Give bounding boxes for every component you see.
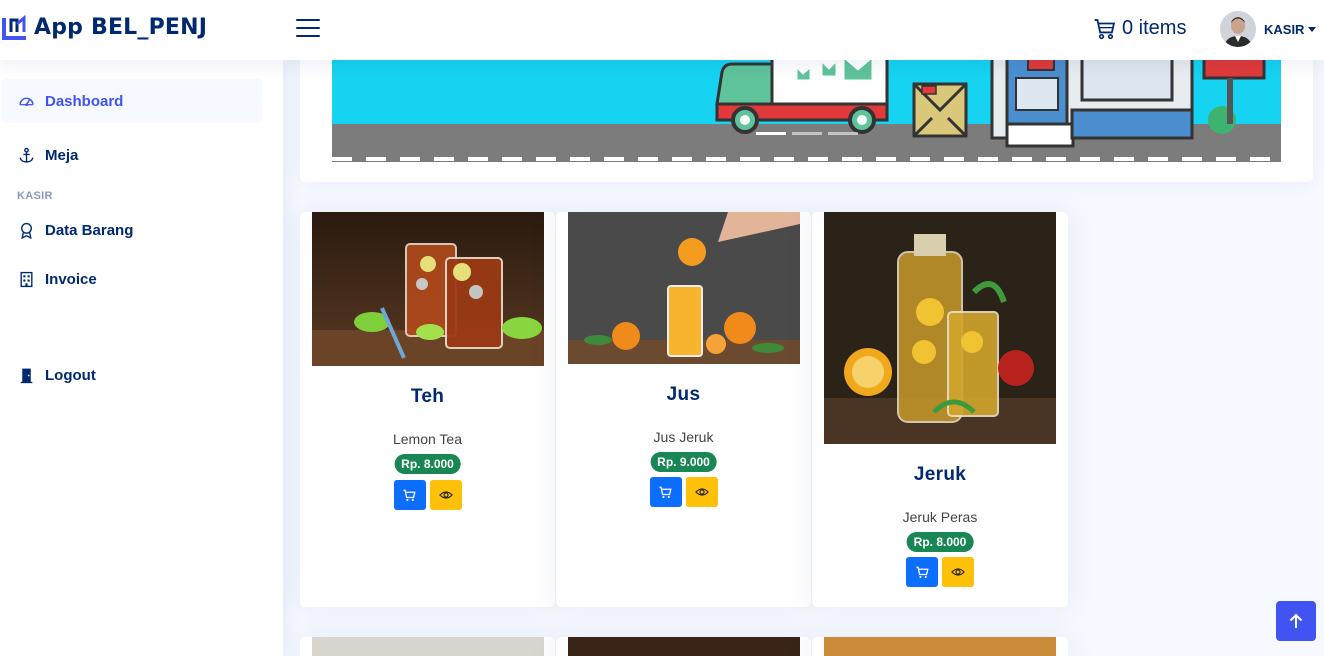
top-header: App BEL_PENJ 0 items KASIR <box>0 0 1324 60</box>
product-name: Jeruk <box>913 464 967 485</box>
caret-down-icon <box>1308 26 1317 32</box>
door-icon <box>17 366 35 384</box>
building-icon <box>17 270 35 288</box>
sidebar-item-label: Dashboard <box>45 92 124 110</box>
view-detail-button[interactable] <box>942 557 974 587</box>
banner-illustration <box>332 58 1281 162</box>
sidebar-item-invoice[interactable]: Invoice <box>2 257 262 301</box>
product-card <box>812 637 1068 656</box>
product-image <box>824 637 1056 656</box>
add-to-cart-button[interactable] <box>649 477 682 507</box>
sidebar-item-label: Data Barang <box>45 221 134 239</box>
arrow-up-icon <box>1289 613 1303 628</box>
eye-icon <box>694 488 709 496</box>
cart-icon <box>659 486 672 498</box>
cart-link[interactable]: 0 items <box>1094 17 1186 40</box>
product-actions <box>906 557 974 587</box>
speedometer-icon <box>17 92 35 110</box>
sidebar-item-logout[interactable]: Logout <box>2 353 262 397</box>
product-card: Teh Lemon Tea Rp. 8.000 <box>300 212 555 607</box>
product-description: Jus Jeruk <box>653 429 714 445</box>
product-card: Jeruk Jeruk Peras Rp. 8.000 <box>812 212 1068 607</box>
sidebar-item-meja[interactable]: Meja <box>2 133 262 177</box>
menu-icon-bar <box>296 19 320 21</box>
avatar <box>1220 11 1256 47</box>
eye-icon <box>438 491 453 499</box>
view-detail-button[interactable] <box>429 480 462 510</box>
product-name: Teh <box>410 386 445 407</box>
menu-icon-bar <box>296 35 320 37</box>
product-card <box>300 637 555 656</box>
add-to-cart-button[interactable] <box>393 480 426 510</box>
anchor-icon <box>17 146 35 164</box>
price-badge: Rp. 9.000 <box>650 452 717 472</box>
product-image <box>312 212 544 366</box>
back-to-top-button[interactable] <box>1276 601 1316 641</box>
cart-icon <box>915 566 929 578</box>
product-actions <box>649 477 718 507</box>
view-detail-button[interactable] <box>685 477 718 507</box>
award-icon <box>17 221 35 239</box>
sidebar-toggle-button[interactable] <box>296 19 320 39</box>
menu-icon-bar <box>296 27 320 29</box>
app-logo[interactable]: App BEL_PENJ <box>2 14 207 40</box>
banner-card <box>300 58 1313 182</box>
add-to-cart-button[interactable] <box>906 557 938 587</box>
profile-name: KASIR <box>1264 21 1305 37</box>
cart-count: 0 items <box>1122 17 1187 39</box>
price-badge: Rp. 8.000 <box>906 532 974 552</box>
profile-dropdown[interactable]: KASIR <box>1220 11 1317 47</box>
sidebar-item-label: Invoice <box>45 270 97 288</box>
cart-icon <box>1094 18 1116 39</box>
product-image <box>568 212 800 364</box>
product-description: Jeruk Peras <box>902 509 978 525</box>
price-badge: Rp. 8.000 <box>394 454 461 474</box>
product-image <box>568 637 800 656</box>
product-card: Jus Jus Jeruk Rp. 9.000 <box>556 212 811 607</box>
sidebar-item-label: Meja <box>45 146 79 164</box>
sidebar-item-data-barang[interactable]: Data Barang <box>2 208 262 252</box>
eye-icon <box>951 568 965 576</box>
product-name: Jus <box>666 384 701 405</box>
product-card <box>556 637 811 656</box>
sidebar-heading: KASIR <box>17 190 53 202</box>
sidebar-item-label: Logout <box>45 366 96 384</box>
logo-icon <box>2 14 26 40</box>
cart-icon <box>403 489 416 501</box>
sidebar: Dashboard Meja KASIR Data Barang Invoice… <box>0 60 283 656</box>
sidebar-item-dashboard[interactable]: Dashboard <box>2 79 262 123</box>
product-image <box>312 637 544 656</box>
product-description: Lemon Tea <box>392 431 462 447</box>
app-name: App BEL_PENJ <box>34 14 208 40</box>
banner-carousel[interactable] <box>332 58 1281 162</box>
product-image <box>824 212 1056 444</box>
product-actions <box>393 480 462 510</box>
